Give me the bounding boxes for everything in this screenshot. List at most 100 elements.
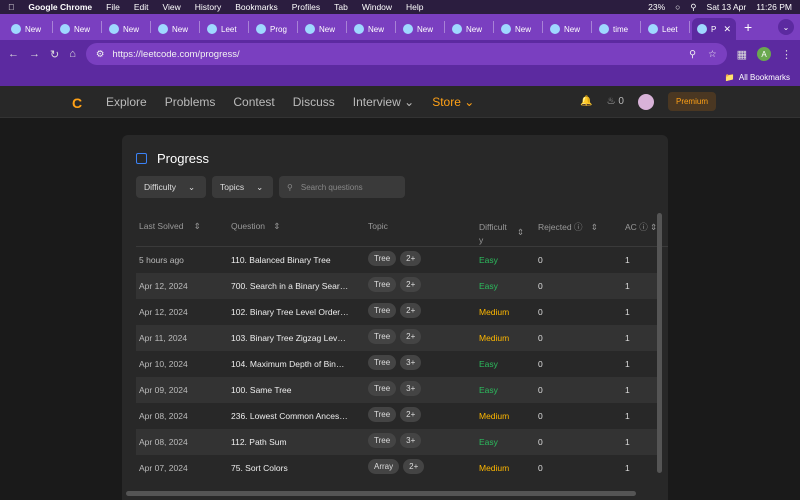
menu-help[interactable]: Help (406, 2, 423, 12)
browser-tab[interactable]: Prog (251, 18, 295, 40)
browser-tab[interactable]: New (545, 18, 589, 40)
browser-tab[interactable]: New (496, 18, 540, 40)
back-icon[interactable]: ← (8, 48, 19, 60)
horizontal-scrollbar[interactable] (126, 491, 636, 496)
topic-tag[interactable]: Tree (368, 381, 397, 396)
topic-tag[interactable]: Tree (368, 277, 397, 292)
question-link[interactable]: 700. Search in a Binary Search Tree (231, 281, 349, 291)
extensions-icon[interactable]: ▦ (737, 48, 747, 61)
sort-icon[interactable]: ⇕ (517, 227, 524, 238)
table-row[interactable]: Apr 07, 2024 75. Sort Colors Array 2+ Medium… (136, 455, 660, 481)
browser-tab[interactable]: New (349, 18, 393, 40)
more-topics-tag[interactable]: 2+ (400, 407, 422, 422)
chrome-menu-icon[interactable]: ⋮ (781, 48, 792, 61)
menu-window[interactable]: Window (362, 2, 392, 12)
topic-tag[interactable]: Tree (368, 329, 397, 344)
browser-tab[interactable]: New (104, 18, 148, 40)
tab-search-icon[interactable]: ⌄ (778, 19, 794, 35)
col-rejected[interactable]: Rejected ⓘ ⇕ (538, 221, 598, 233)
table-row[interactable]: Apr 08, 2024 236. Lowest Common Ancestor … (136, 403, 660, 429)
col-last-solved[interactable]: Last Solved ⇕ (139, 221, 201, 232)
streak-counter[interactable]: ♨ 0 (607, 96, 624, 107)
url-text[interactable]: https://leetcode.com/progress/ (112, 49, 239, 60)
nav-store[interactable]: Store ⌄ (432, 95, 474, 109)
more-topics-tag[interactable]: 2+ (400, 251, 422, 266)
topic-tag[interactable]: Tree (368, 303, 397, 318)
topics-filter[interactable]: Topics ⌄ (212, 176, 273, 198)
question-link[interactable]: 75. Sort Colors (231, 463, 349, 473)
reload-icon[interactable]: ↻ (50, 48, 59, 61)
browser-tab[interactable]: Leet (202, 18, 246, 40)
home-icon[interactable]: ⌂ (69, 48, 76, 60)
browser-tab[interactable]: New (300, 18, 344, 40)
topic-tag[interactable]: Array (368, 459, 400, 474)
more-topics-tag[interactable]: 2+ (400, 329, 422, 344)
browser-tab[interactable]: New (55, 18, 99, 40)
browser-tab[interactable]: New (6, 18, 50, 40)
more-topics-tag[interactable]: 2+ (400, 303, 422, 318)
menubar-time[interactable]: 11:26 PM (756, 2, 792, 12)
menubar-date[interactable]: Sat 13 Apr (707, 2, 747, 12)
menu-edit[interactable]: Edit (134, 2, 149, 12)
nav-contest[interactable]: Contest (233, 95, 274, 109)
bookmark-star-icon[interactable]: ☆ (708, 49, 717, 60)
site-settings-icon[interactable]: ⚙ (96, 49, 105, 60)
menu-tab[interactable]: Tab (334, 2, 348, 12)
more-topics-tag[interactable]: 3+ (400, 381, 422, 396)
question-link[interactable]: 112. Path Sum (231, 437, 349, 447)
difficulty-filter[interactable]: Difficulty ⌄ (136, 176, 206, 198)
topic-tag[interactable]: Tree (368, 407, 397, 422)
browser-tab[interactable]: New (447, 18, 491, 40)
menu-file[interactable]: File (106, 2, 120, 12)
search-input[interactable]: ⚲ Search questions (279, 176, 405, 198)
close-tab-icon[interactable]: ✕ (723, 24, 731, 35)
question-link[interactable]: 100. Same Tree (231, 385, 349, 395)
more-topics-tag[interactable]: 3+ (400, 433, 422, 448)
question-link[interactable]: 104. Maximum Depth of Binary Tree (231, 359, 349, 369)
browser-tab[interactable]: P ✕ (692, 18, 736, 40)
more-topics-tag[interactable]: 2+ (403, 459, 425, 474)
table-row[interactable]: 5 hours ago 110. Balanced Binary Tree Tree… (136, 247, 660, 273)
browser-tab[interactable]: time (594, 18, 638, 40)
browser-tab[interactable]: New (153, 18, 197, 40)
forward-icon[interactable]: → (29, 48, 40, 60)
leetcode-logo[interactable]: C (72, 95, 86, 111)
vertical-scrollbar[interactable] (657, 213, 662, 473)
premium-button[interactable]: Premium (667, 92, 716, 111)
table-row[interactable]: Apr 09, 2024 100. Same Tree Tree 3+ Easy 0 1 (136, 377, 660, 403)
zoom-icon[interactable]: ⚲ (689, 49, 696, 60)
nav-interview[interactable]: Interview ⌄ (353, 95, 414, 109)
col-ac[interactable]: AC ⓘ ⇕ (625, 221, 657, 233)
table-row[interactable]: Apr 11, 2024 103. Binary Tree Zigzag Leve… (136, 325, 660, 351)
nav-discuss[interactable]: Discuss (293, 95, 335, 109)
topic-tag[interactable]: Tree (368, 355, 397, 370)
table-row[interactable]: Apr 12, 2024 102. Binary Tree Level Order… (136, 299, 660, 325)
nav-explore[interactable]: Explore (106, 95, 147, 109)
col-question[interactable]: Question ⇕ (231, 221, 281, 232)
menu-view[interactable]: View (163, 2, 181, 12)
address-bar[interactable]: ⚙ https://leetcode.com/progress/ ⚲ ☆ (85, 43, 727, 65)
question-link[interactable]: 103. Binary Tree Zigzag Level Order Trav… (231, 333, 349, 343)
notification-bell-icon[interactable]: 🔔 (580, 96, 592, 107)
wifi-icon[interactable]: ○ (675, 2, 680, 12)
menu-profiles[interactable]: Profiles (292, 2, 320, 12)
menu-bookmarks[interactable]: Bookmarks (235, 2, 278, 12)
new-tab-icon[interactable]: + (744, 19, 752, 35)
more-topics-tag[interactable]: 2+ (400, 277, 422, 292)
question-link[interactable]: 102. Binary Tree Level Order Traversal (231, 307, 349, 317)
menu-app-name[interactable]: Google Chrome (28, 2, 92, 12)
table-row[interactable]: Apr 08, 2024 112. Path Sum Tree 3+ Easy 0 1 (136, 429, 660, 455)
menu-history[interactable]: History (195, 2, 221, 12)
question-link[interactable]: 110. Balanced Binary Tree (231, 255, 349, 265)
browser-tab[interactable]: Leet (643, 18, 687, 40)
search-spotlight-icon[interactable]: ⚲ (690, 2, 696, 13)
browser-tab[interactable]: New (398, 18, 442, 40)
profile-avatar[interactable]: A (757, 47, 771, 61)
more-topics-tag[interactable]: 3+ (400, 355, 422, 370)
all-bookmarks-link[interactable]: All Bookmarks (739, 73, 790, 82)
table-row[interactable]: Apr 12, 2024 700. Search in a Binary Sear… (136, 273, 660, 299)
nav-problems[interactable]: Problems (165, 95, 216, 109)
topic-tag[interactable]: Tree (368, 433, 397, 448)
col-difficulty[interactable]: Difficult y (479, 221, 507, 247)
table-row[interactable]: Apr 10, 2024 104. Maximum Depth of Binary… (136, 351, 660, 377)
